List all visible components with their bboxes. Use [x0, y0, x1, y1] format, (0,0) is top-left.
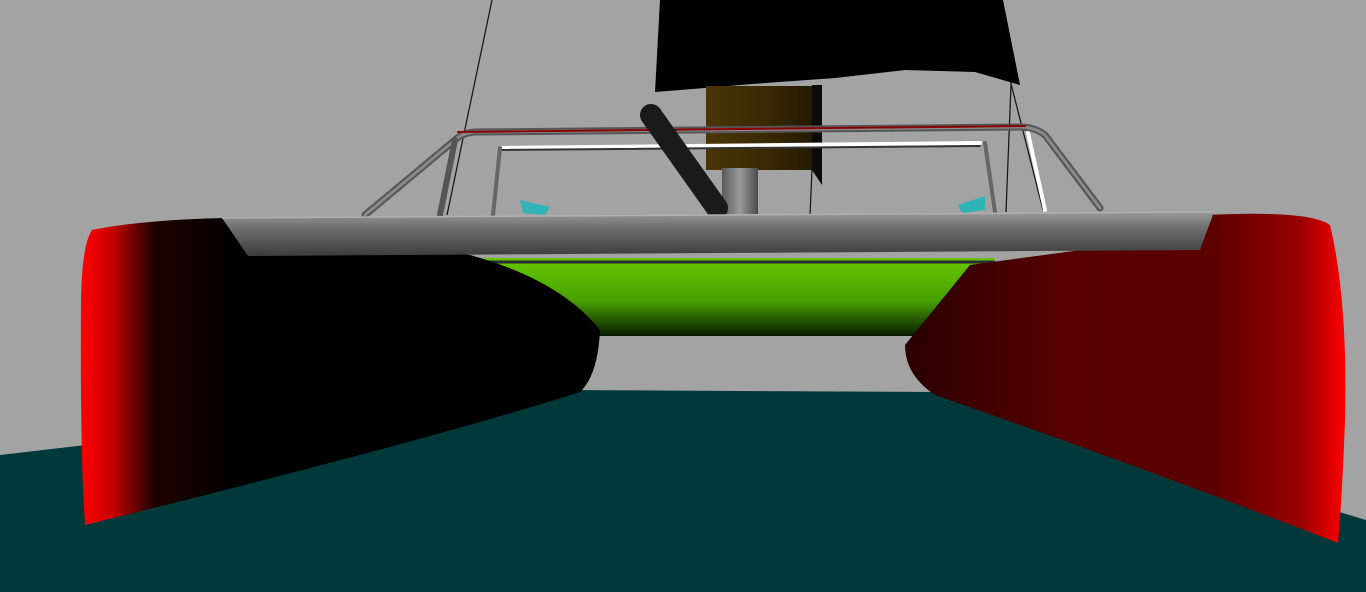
- catamaran-render: [0, 0, 1366, 592]
- scene-canvas: [0, 0, 1366, 592]
- sail-foot-edge: [812, 85, 822, 185]
- cross-beam: [222, 212, 1214, 256]
